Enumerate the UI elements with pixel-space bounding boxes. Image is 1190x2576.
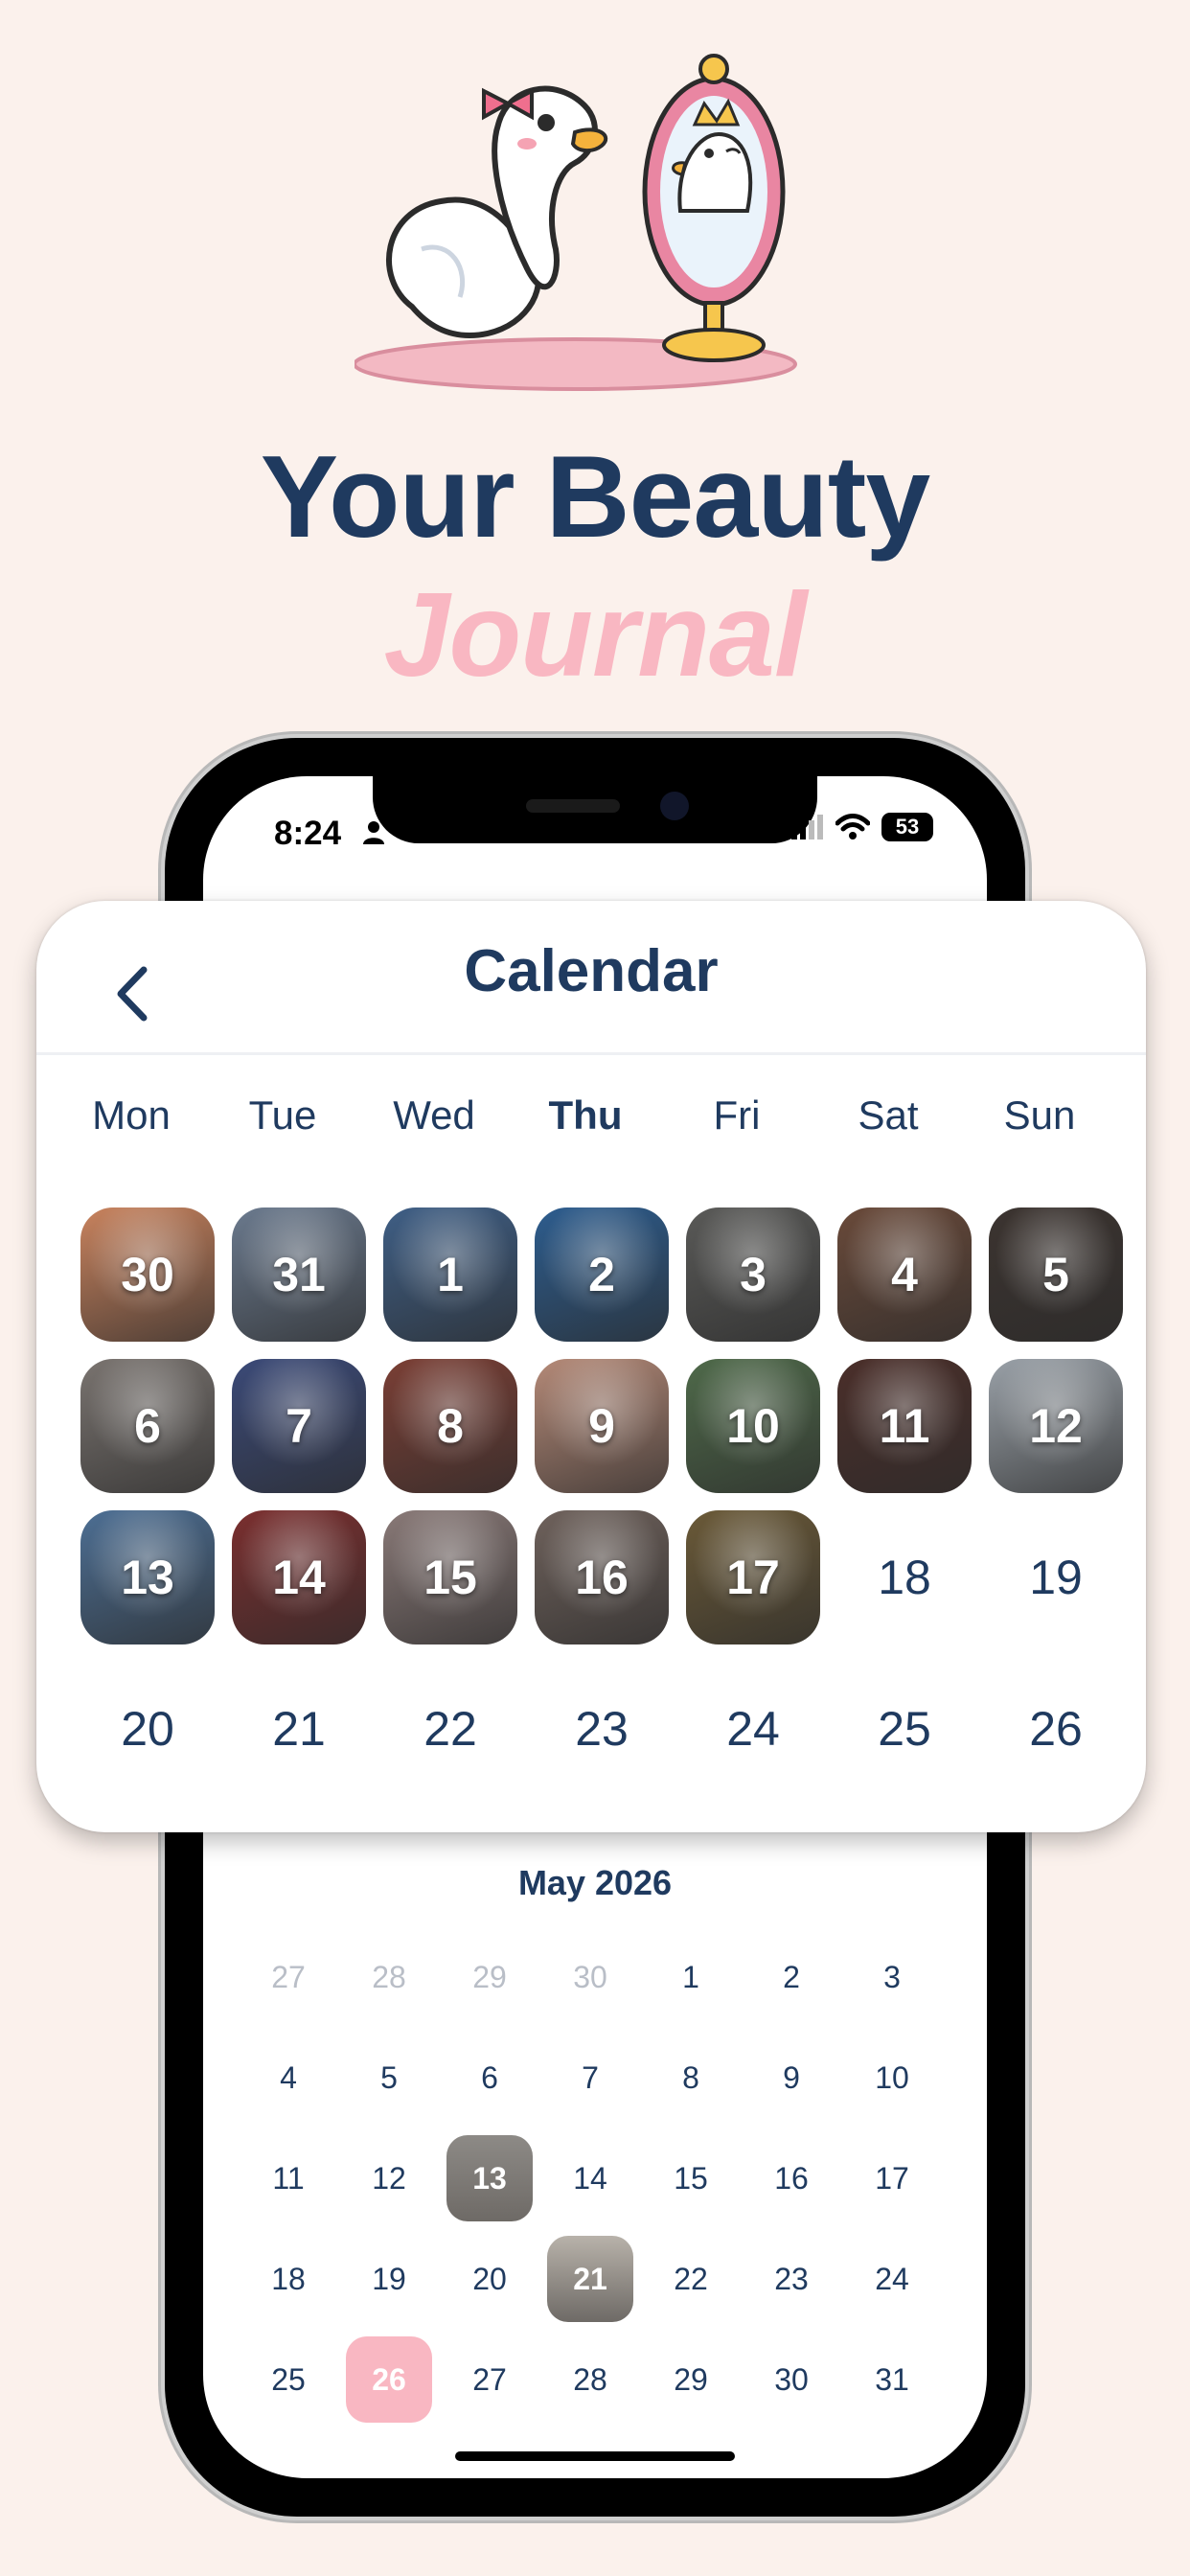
- weekday-thu: Thu: [548, 1092, 623, 1138]
- date-cell[interactable]: 7: [547, 2035, 633, 2121]
- divider: [36, 1052, 1146, 1055]
- swan-mascot-illustration: [355, 54, 797, 391]
- weekday-tue: Tue: [248, 1092, 317, 1138]
- home-indicator[interactable]: [455, 2451, 735, 2461]
- date-cell[interactable]: 6: [446, 2035, 533, 2121]
- date-cell[interactable]: 18: [245, 2236, 332, 2322]
- photo-day-cell[interactable]: 16: [535, 1510, 669, 1644]
- speaker-grille: [526, 799, 620, 813]
- date-cell[interactable]: 17: [849, 2135, 935, 2221]
- photo-date-cell[interactable]: 21: [547, 2236, 633, 2322]
- photo-day-cell[interactable]: 7: [232, 1359, 366, 1493]
- photo-day-cell[interactable]: 10: [686, 1359, 820, 1493]
- date-cell[interactable]: 30: [748, 2336, 835, 2423]
- headline-accent: Journal: [383, 569, 808, 702]
- date-cell[interactable]: 29: [648, 2336, 734, 2423]
- card-title: Calendar: [464, 938, 719, 1004]
- today-cell[interactable]: 26: [346, 2336, 432, 2423]
- photo-day-cell[interactable]: 8: [383, 1359, 517, 1493]
- date-cell[interactable]: 20: [446, 2236, 533, 2322]
- photo-day-cell[interactable]: 4: [837, 1208, 972, 1342]
- photo-day-cell[interactable]: 9: [535, 1359, 669, 1493]
- date-cell[interactable]: 28: [547, 2336, 633, 2423]
- headline-title: Your Beauty: [260, 431, 931, 562]
- photo-day-cell[interactable]: 3: [686, 1208, 820, 1342]
- date-cell[interactable]: 16: [748, 2135, 835, 2221]
- photo-day-cell[interactable]: 31: [232, 1208, 366, 1342]
- photo-day-cell[interactable]: 17: [686, 1510, 820, 1644]
- day-cell[interactable]: 19: [989, 1510, 1123, 1644]
- date-cell[interactable]: 28: [346, 1934, 432, 2020]
- date-cell[interactable]: 1: [648, 1934, 734, 2020]
- month-title: May 2026: [517, 1863, 673, 1902]
- status-indicators: 53: [791, 813, 933, 841]
- day-cell[interactable]: 22: [383, 1662, 517, 1796]
- photo-day-cell[interactable]: 2: [535, 1208, 669, 1342]
- date-cell[interactable]: 19: [346, 2236, 432, 2322]
- date-cell[interactable]: 23: [748, 2236, 835, 2322]
- date-cell[interactable]: 14: [547, 2135, 633, 2221]
- photo-day-cell[interactable]: 14: [232, 1510, 366, 1644]
- weekday-fri: Fri: [713, 1092, 761, 1138]
- day-cell[interactable]: 26: [989, 1662, 1123, 1796]
- date-cell[interactable]: 24: [849, 2236, 935, 2322]
- day-cell[interactable]: 21: [232, 1662, 366, 1796]
- date-cell[interactable]: 11: [245, 2135, 332, 2221]
- day-cell[interactable]: 18: [837, 1510, 972, 1644]
- date-cell[interactable]: 27: [245, 1934, 332, 2020]
- wifi-icon: [835, 814, 870, 840]
- photo-day-cell[interactable]: 30: [80, 1208, 215, 1342]
- date-cell[interactable]: 5: [346, 2035, 432, 2121]
- date-cell[interactable]: 31: [849, 2336, 935, 2423]
- photo-day-cell[interactable]: 11: [837, 1359, 972, 1493]
- day-cell[interactable]: 25: [837, 1662, 972, 1796]
- weekday-mon: Mon: [92, 1092, 171, 1138]
- date-cell[interactable]: 30: [547, 1934, 633, 2020]
- weekday-sun: Sun: [1003, 1092, 1076, 1138]
- notch: [373, 776, 817, 843]
- date-cell[interactable]: 3: [849, 1934, 935, 2020]
- day-cell[interactable]: 24: [686, 1662, 820, 1796]
- photo-day-cell[interactable]: 1: [383, 1208, 517, 1342]
- date-cell[interactable]: 10: [849, 2035, 935, 2121]
- photo-day-cell[interactable]: 12: [989, 1359, 1123, 1493]
- date-cell[interactable]: 25: [245, 2336, 332, 2423]
- signal-icon: [791, 815, 823, 840]
- photo-day-cell[interactable]: 6: [80, 1359, 215, 1493]
- day-cell[interactable]: 20: [80, 1662, 215, 1796]
- date-cell[interactable]: 22: [648, 2236, 734, 2322]
- battery-indicator: 53: [881, 813, 933, 841]
- status-time: 8:24: [274, 815, 342, 852]
- photo-day-cell[interactable]: 15: [383, 1510, 517, 1644]
- photo-day-cell[interactable]: 13: [80, 1510, 215, 1644]
- date-cell[interactable]: 29: [446, 1934, 533, 2020]
- date-cell[interactable]: 9: [748, 2035, 835, 2121]
- date-cell[interactable]: 2: [748, 1934, 835, 2020]
- date-cell[interactable]: 8: [648, 2035, 734, 2121]
- front-camera: [660, 792, 689, 820]
- day-cell[interactable]: 23: [535, 1662, 669, 1796]
- date-cell[interactable]: 12: [346, 2135, 432, 2221]
- weekday-wed: Wed: [393, 1092, 475, 1138]
- date-cell[interactable]: 27: [446, 2336, 533, 2423]
- date-cell[interactable]: 4: [245, 2035, 332, 2121]
- calendar-card: Calendar Mon Tue Wed Thu Fri Sat Sun 30 31 1 2 3 4 5…: [36, 901, 1146, 1832]
- photo-day-cell[interactable]: 5: [989, 1208, 1123, 1342]
- photo-date-cell[interactable]: 13: [446, 2135, 533, 2221]
- weekday-sat: Sat: [858, 1092, 919, 1138]
- date-cell[interactable]: 15: [648, 2135, 734, 2221]
